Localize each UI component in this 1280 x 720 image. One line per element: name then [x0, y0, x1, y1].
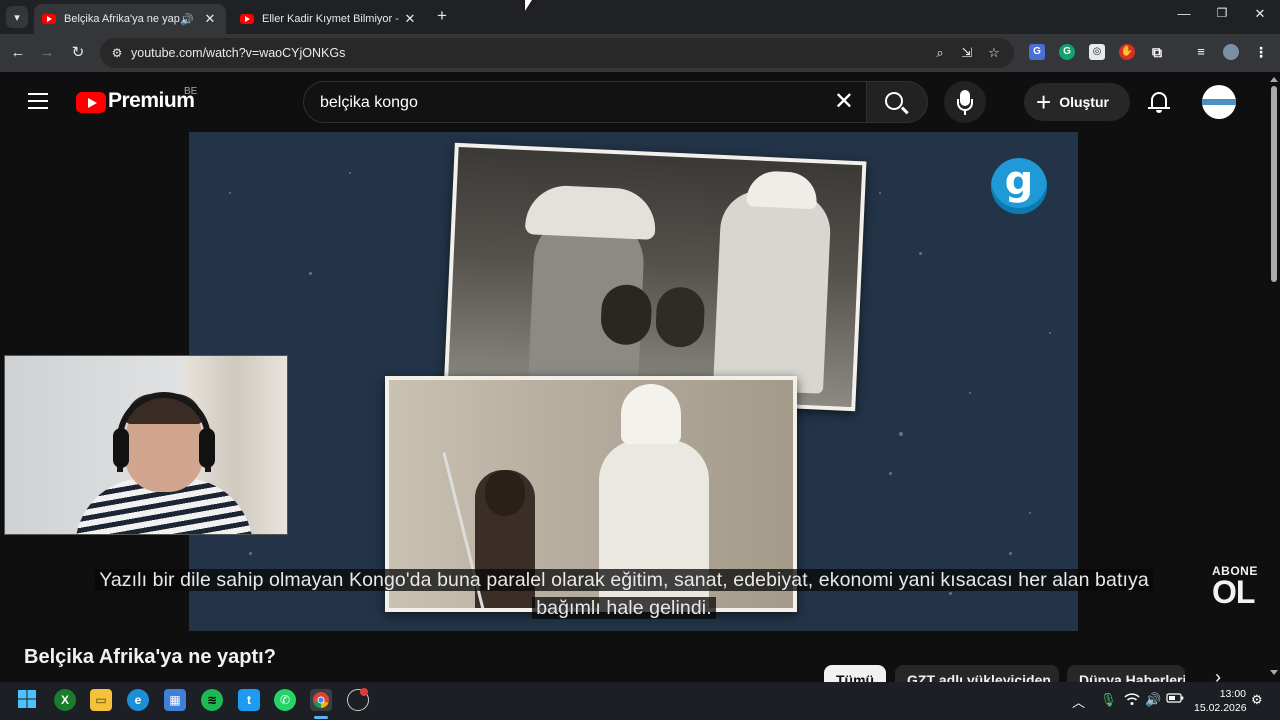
scroll-down-arrow-icon[interactable] — [1270, 670, 1278, 675]
account-avatar[interactable] — [1202, 85, 1236, 119]
search-button[interactable] — [866, 81, 928, 123]
whatsapp-icon[interactable]: ✆ — [274, 689, 296, 711]
translate-extension-icon[interactable]: G — [1029, 44, 1045, 60]
clock-time: 13:00 — [1219, 688, 1246, 700]
webcam-overlay — [4, 355, 288, 535]
minimize-button[interactable]: — — [1170, 6, 1198, 28]
create-button[interactable]: + Oluştur — [1024, 83, 1130, 121]
youtube-favicon-icon — [42, 14, 56, 24]
file-explorer-icon[interactable]: ▭ — [90, 689, 112, 711]
taskbar-clock[interactable]: 13:00 15.02.2026 — [1194, 687, 1247, 715]
subscribe-line-2: OL — [1212, 574, 1255, 610]
twitter-icon[interactable]: t — [238, 689, 260, 711]
tab-title: Eller Kadir Kıymet Bilmiyor - Sal — [262, 13, 402, 25]
back-button[interactable]: ← — [7, 42, 29, 64]
adblock-extension-icon[interactable]: ✋ — [1119, 44, 1135, 60]
plus-icon: + — [1036, 87, 1052, 117]
close-tab-icon[interactable]: ✕ — [402, 11, 418, 27]
windows-start-icon[interactable] — [16, 689, 38, 711]
tab-title: Belçika Afrika'ya ne yaptı? - — [64, 13, 180, 25]
scroll-up-arrow-icon[interactable] — [1270, 77, 1278, 82]
video-player[interactable]: g — [189, 132, 1078, 631]
active-app-indicator — [314, 716, 328, 719]
extension-icon[interactable]: ◎ — [1089, 44, 1105, 60]
close-tab-icon[interactable]: ✕ — [202, 11, 218, 27]
mic-in-use-icon[interactable]: 🎙 — [1100, 692, 1117, 708]
recording-indicator-icon — [360, 688, 368, 696]
notification-center-icon[interactable]: ⚙ — [1251, 692, 1263, 708]
mouse-cursor-icon — [525, 0, 532, 11]
forward-button[interactable]: → — [36, 42, 58, 64]
browser-tab-strip: ▾ Belçika Afrika'ya ne yaptı? - 🔊 ✕ Elle… — [0, 0, 1280, 34]
spotify-icon[interactable]: ≋ — [201, 689, 223, 711]
reading-list-icon[interactable]: ≡ — [1193, 44, 1209, 60]
caption-line-2: bağımlı hale gelindi. — [532, 597, 716, 619]
grammarly-extension-icon[interactable]: G — [1059, 44, 1075, 60]
search-icon — [885, 92, 903, 110]
profile-avatar-icon[interactable] — [1223, 44, 1239, 60]
clock-date: 15.02.2026 — [1194, 702, 1247, 714]
notifications-bell-icon[interactable] — [1148, 90, 1170, 114]
subscribe-watermark[interactable]: ABONE OL — [1212, 564, 1262, 610]
youtube-premium-logo[interactable]: Premium — [108, 89, 195, 113]
clear-search-icon[interactable]: ✕ — [834, 88, 854, 116]
tab-second[interactable]: Eller Kadir Kıymet Bilmiyor - Sal ✕ — [232, 4, 426, 34]
wifi-icon[interactable] — [1124, 692, 1140, 709]
reload-button[interactable]: ↻ — [67, 42, 89, 64]
voice-search-button[interactable] — [944, 81, 986, 123]
menu-hamburger-icon[interactable] — [28, 93, 48, 109]
historical-photo-top — [443, 142, 867, 412]
extensions-puzzle-icon[interactable]: ⧉ — [1149, 44, 1165, 60]
chrome-icon[interactable] — [310, 689, 332, 711]
search-query: belçika kongo — [320, 94, 418, 111]
address-bar[interactable]: ⚙ youtube.com/watch?v=waoCYjONKGs ⌕ ⇲ ☆ — [100, 38, 1014, 68]
restore-button[interactable]: ❐ — [1208, 6, 1236, 28]
zoom-icon[interactable]: ⌕ — [931, 45, 949, 61]
tray-expand-icon[interactable]: ︿ — [1072, 692, 1085, 711]
youtube-favicon-icon — [240, 14, 254, 24]
browser-menu-icon[interactable]: ⋮ — [1253, 44, 1269, 60]
video-title: Belçika Afrika'ya ne yaptı? — [24, 646, 276, 668]
url-text: youtube.com/watch?v=waoCYjONKGs — [131, 46, 346, 60]
youtube-logo-icon[interactable] — [76, 92, 106, 113]
create-label: Oluştur — [1059, 94, 1109, 110]
caption-line-1: Yazılı bir dile sahip olmayan Kongo'da b… — [95, 569, 1153, 591]
video-captions: Yazılı bir dile sahip olmayan Kongo'da b… — [24, 566, 1224, 622]
edge-icon[interactable]: e — [127, 689, 149, 711]
store-icon[interactable]: ▦ — [164, 689, 186, 711]
new-tab-button[interactable]: + — [432, 7, 452, 27]
tab-search-button[interactable]: ▾ — [6, 6, 28, 28]
channel-watermark-logo[interactable]: g — [991, 158, 1047, 214]
battery-icon[interactable] — [1166, 692, 1184, 707]
browser-toolbar: ← → ↻ ⚙ youtube.com/watch?v=waoCYjONKGs … — [0, 34, 1280, 72]
speaker-icon[interactable]: 🔊 — [180, 13, 194, 26]
tab-active[interactable]: Belçika Afrika'ya ne yaptı? - 🔊 ✕ — [34, 4, 226, 34]
search-input[interactable]: belçika kongo ✕ — [303, 81, 866, 123]
page-scrollbar[interactable] — [1268, 72, 1280, 682]
region-code: BE — [184, 86, 198, 97]
site-info-icon[interactable]: ⚙ — [108, 44, 126, 62]
window-close-button[interactable]: ✕ — [1246, 6, 1274, 28]
scrollbar-thumb[interactable] — [1271, 86, 1277, 282]
xbox-icon[interactable]: X — [54, 689, 76, 711]
volume-icon[interactable]: 🔊 — [1145, 692, 1161, 708]
windows-taskbar — [0, 682, 1280, 720]
install-app-icon[interactable]: ⇲ — [958, 45, 976, 61]
bookmark-star-icon[interactable]: ☆ — [985, 45, 1003, 61]
